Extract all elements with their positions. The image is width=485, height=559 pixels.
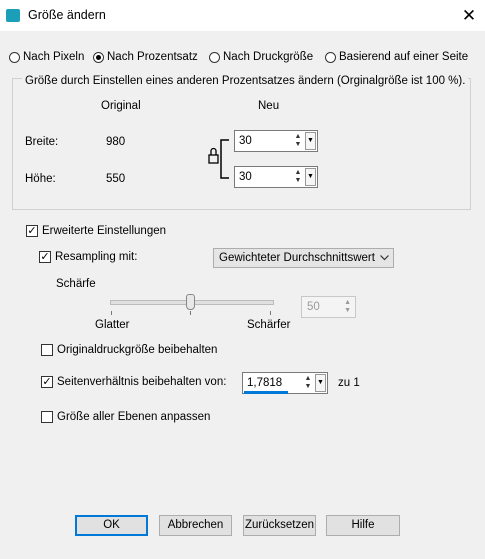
slider-tick (190, 311, 191, 315)
aspect-ratio-value: 1,7818 (247, 377, 283, 389)
height-original-value: 550 (106, 173, 126, 185)
cancel-button[interactable]: Abbrechen (159, 515, 232, 536)
resampling-label: Resampling mit: (55, 251, 138, 263)
spin-arrows-icon[interactable]: ▲ ▼ (303, 375, 313, 391)
radio-print-size-label: Nach Druckgröße (223, 51, 314, 63)
chevron-down-icon (380, 255, 389, 261)
height-label: Höhe: (25, 173, 56, 185)
slider-min-label: Glatter (95, 319, 130, 331)
dropdown-arrow-icon[interactable]: ▼ (305, 168, 316, 186)
radio-percent-label: Nach Prozentsatz (107, 51, 198, 63)
sharpness-label: Schärfe (56, 278, 96, 290)
resampling-checkbox[interactable]: ✓ Resampling mit: (39, 251, 137, 263)
resampling-select[interactable]: Gewichteter Durchschnittswert (213, 248, 394, 268)
checkbox-checked-icon: ✓ (41, 376, 53, 388)
width-new-value: 30 (239, 135, 252, 147)
spin-arrows-icon[interactable]: ▲ ▼ (293, 133, 303, 149)
radio-percent[interactable]: Nach Prozentsatz (93, 51, 198, 63)
checkbox-checked-icon: ✓ (39, 251, 51, 263)
sharpness-value: 50 (307, 301, 320, 313)
checkbox-unchecked-icon (41, 411, 53, 423)
spin-arrows-icon[interactable]: ▲ ▼ (344, 299, 351, 315)
height-new-input[interactable]: 30 ▲ ▼ ▼ (234, 166, 318, 188)
aspect-suffix: zu 1 (338, 377, 360, 389)
resize-all-layers-label: Größe aller Ebenen anpassen (57, 411, 211, 423)
resampling-select-value: Gewichteter Durchschnittswert (219, 252, 375, 264)
advanced-settings-label: Erweiterte Einstellungen (42, 225, 167, 237)
sharpness-slider-thumb[interactable] (186, 294, 195, 310)
app-icon (6, 9, 20, 22)
slider-tick (270, 311, 271, 315)
advanced-settings-checkbox[interactable]: ✓ Erweiterte Einstellungen (26, 225, 166, 237)
reset-button[interactable]: Zurücksetzen (243, 515, 316, 536)
keep-print-size-checkbox[interactable]: Originaldruckgröße beibehalten (41, 344, 217, 356)
ok-button[interactable]: OK (75, 515, 148, 536)
resize-all-layers-checkbox[interactable]: Größe aller Ebenen anpassen (41, 411, 210, 423)
radio-print-size[interactable]: Nach Druckgröße (209, 51, 313, 63)
spin-arrows-icon[interactable]: ▲ ▼ (293, 169, 303, 185)
radio-circle-icon (325, 51, 336, 63)
radio-circle-icon (9, 51, 20, 63)
checkbox-unchecked-icon (41, 344, 53, 356)
slider-tick (111, 311, 112, 315)
keep-aspect-label: Seitenverhältnis beibehalten von: (57, 376, 227, 388)
keep-print-size-label: Originaldruckgröße beibehalten (57, 344, 218, 356)
aspect-focus-underline (244, 391, 288, 394)
radio-page[interactable]: Basierend auf einer Seite (325, 51, 468, 63)
height-new-value: 30 (239, 171, 252, 183)
slider-max-label: Schärfer (247, 319, 291, 331)
width-new-input[interactable]: 30 ▲ ▼ ▼ (234, 130, 318, 152)
column-original: Original (101, 100, 141, 112)
radio-circle-icon (209, 51, 220, 63)
column-new: Neu (258, 100, 280, 112)
keep-aspect-checkbox[interactable]: ✓ Seitenverhältnis beibehalten von: (41, 376, 226, 388)
help-button[interactable]: Hilfe (326, 515, 400, 536)
group-title: Größe durch Einstellen eines anderen Pro… (22, 75, 469, 87)
radio-selected-icon (93, 51, 104, 63)
radio-page-label: Basierend auf einer Seite (339, 51, 469, 63)
link-bracket-icon (208, 139, 229, 179)
radio-pixels-label: Nach Pixeln (23, 51, 85, 63)
dropdown-arrow-icon[interactable]: ▼ (305, 132, 316, 150)
width-original-value: 980 (106, 136, 126, 148)
dropdown-arrow-icon[interactable]: ▼ (315, 374, 326, 392)
width-label: Breite: (25, 136, 59, 148)
window-title: Größe ändern (28, 8, 106, 22)
radio-pixels[interactable]: Nach Pixeln (9, 51, 84, 63)
sharpness-value-input[interactable]: 50 ▲ ▼ (301, 296, 356, 318)
checkbox-checked-icon: ✓ (26, 225, 38, 237)
close-icon[interactable]: ✕ (459, 6, 479, 26)
